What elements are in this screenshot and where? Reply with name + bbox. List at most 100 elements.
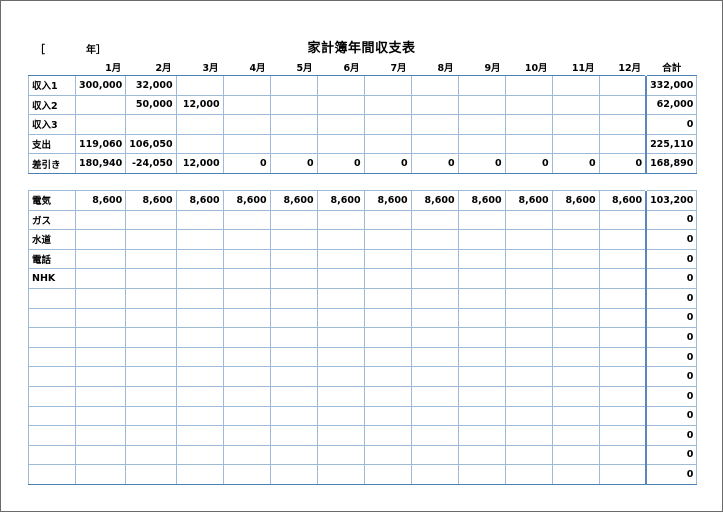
month-cell[interactable] bbox=[222, 209, 271, 231]
month-cell[interactable]: 0 bbox=[316, 153, 365, 174]
month-cell[interactable] bbox=[316, 229, 365, 250]
month-cell[interactable] bbox=[316, 405, 365, 427]
month-cell[interactable] bbox=[316, 133, 365, 155]
month-cell[interactable] bbox=[551, 94, 600, 116]
month-cell[interactable] bbox=[175, 464, 224, 485]
month-cell[interactable] bbox=[457, 268, 506, 289]
month-cell[interactable] bbox=[175, 248, 224, 270]
month-cell[interactable] bbox=[74, 209, 127, 231]
month-cell[interactable] bbox=[410, 75, 459, 96]
month-cell[interactable] bbox=[74, 444, 127, 466]
month-cell[interactable] bbox=[175, 327, 224, 348]
month-cell[interactable] bbox=[222, 366, 271, 387]
row-label[interactable] bbox=[28, 405, 76, 427]
month-cell[interactable] bbox=[363, 307, 412, 329]
month-cell[interactable] bbox=[74, 248, 127, 270]
month-cell[interactable]: 50,000 bbox=[125, 94, 177, 116]
month-cell[interactable] bbox=[410, 209, 459, 231]
month-cell[interactable] bbox=[598, 346, 647, 368]
month-cell[interactable] bbox=[269, 366, 318, 387]
row-label[interactable]: 支出 bbox=[28, 133, 76, 155]
month-cell[interactable] bbox=[363, 425, 412, 446]
month-cell[interactable]: 8,600 bbox=[504, 189, 553, 211]
month-cell[interactable] bbox=[457, 346, 506, 368]
row-label[interactable] bbox=[28, 444, 76, 466]
month-cell[interactable] bbox=[457, 248, 506, 270]
row-label[interactable] bbox=[28, 385, 76, 407]
month-cell[interactable] bbox=[175, 385, 224, 407]
month-cell[interactable] bbox=[74, 425, 127, 446]
month-cell[interactable] bbox=[269, 209, 318, 231]
month-cell[interactable] bbox=[269, 405, 318, 427]
month-cell[interactable] bbox=[175, 405, 224, 427]
month-cell[interactable] bbox=[269, 464, 318, 485]
month-cell[interactable] bbox=[316, 366, 365, 387]
row-label[interactable]: 収入1 bbox=[28, 75, 76, 96]
month-cell[interactable]: 300,000 bbox=[74, 75, 127, 96]
month-cell[interactable] bbox=[363, 327, 412, 348]
month-cell[interactable] bbox=[175, 268, 224, 289]
month-cell[interactable] bbox=[269, 327, 318, 348]
month-cell[interactable] bbox=[457, 385, 506, 407]
row-label[interactable] bbox=[28, 346, 76, 368]
month-cell[interactable] bbox=[125, 229, 177, 250]
month-cell[interactable] bbox=[125, 425, 177, 446]
month-cell[interactable] bbox=[504, 385, 553, 407]
month-cell[interactable] bbox=[551, 268, 600, 289]
month-cell[interactable] bbox=[363, 346, 412, 368]
month-cell[interactable] bbox=[269, 75, 318, 96]
month-cell[interactable] bbox=[551, 444, 600, 466]
row-label[interactable]: ガス bbox=[28, 209, 76, 231]
month-cell[interactable] bbox=[410, 287, 459, 309]
month-cell[interactable] bbox=[222, 75, 271, 96]
month-cell[interactable] bbox=[269, 229, 318, 250]
month-cell[interactable] bbox=[457, 229, 506, 250]
month-cell[interactable] bbox=[410, 114, 459, 135]
month-cell[interactable] bbox=[175, 366, 224, 387]
month-cell[interactable] bbox=[598, 94, 647, 116]
month-cell[interactable] bbox=[222, 425, 271, 446]
month-cell[interactable] bbox=[551, 248, 600, 270]
row-label[interactable]: 収入3 bbox=[28, 114, 76, 135]
row-label[interactable] bbox=[28, 307, 76, 329]
month-cell[interactable] bbox=[363, 405, 412, 427]
month-cell[interactable] bbox=[74, 405, 127, 427]
month-cell[interactable]: 8,600 bbox=[316, 189, 365, 211]
row-label[interactable] bbox=[28, 366, 76, 387]
month-cell[interactable] bbox=[74, 229, 127, 250]
month-cell[interactable] bbox=[598, 229, 647, 250]
month-cell[interactable] bbox=[457, 307, 506, 329]
month-cell[interactable] bbox=[175, 133, 224, 155]
month-cell[interactable] bbox=[457, 114, 506, 135]
month-cell[interactable] bbox=[551, 464, 600, 485]
month-cell[interactable] bbox=[222, 268, 271, 289]
month-cell[interactable] bbox=[457, 75, 506, 96]
month-cell[interactable] bbox=[598, 75, 647, 96]
month-cell[interactable] bbox=[504, 94, 553, 116]
month-cell[interactable] bbox=[598, 464, 647, 485]
month-cell[interactable] bbox=[598, 287, 647, 309]
month-cell[interactable] bbox=[269, 94, 318, 116]
month-cell[interactable] bbox=[316, 287, 365, 309]
month-cell[interactable] bbox=[551, 114, 600, 135]
month-cell[interactable]: 8,600 bbox=[269, 189, 318, 211]
row-label[interactable]: 水道 bbox=[28, 229, 76, 250]
month-cell[interactable] bbox=[125, 209, 177, 231]
month-cell[interactable] bbox=[410, 268, 459, 289]
month-cell[interactable] bbox=[222, 346, 271, 368]
month-cell[interactable] bbox=[551, 366, 600, 387]
month-cell[interactable] bbox=[175, 75, 224, 96]
month-cell[interactable] bbox=[222, 94, 271, 116]
month-cell[interactable] bbox=[269, 346, 318, 368]
month-cell[interactable] bbox=[269, 444, 318, 466]
month-cell[interactable] bbox=[363, 229, 412, 250]
month-cell[interactable] bbox=[222, 114, 271, 135]
month-cell[interactable]: 12,000 bbox=[175, 94, 224, 116]
month-cell[interactable]: 8,600 bbox=[222, 189, 271, 211]
month-cell[interactable]: 106,050 bbox=[125, 133, 177, 155]
month-cell[interactable] bbox=[410, 385, 459, 407]
month-cell[interactable] bbox=[598, 133, 647, 155]
month-cell[interactable] bbox=[175, 425, 224, 446]
month-cell[interactable] bbox=[363, 366, 412, 387]
month-cell[interactable] bbox=[598, 248, 647, 270]
